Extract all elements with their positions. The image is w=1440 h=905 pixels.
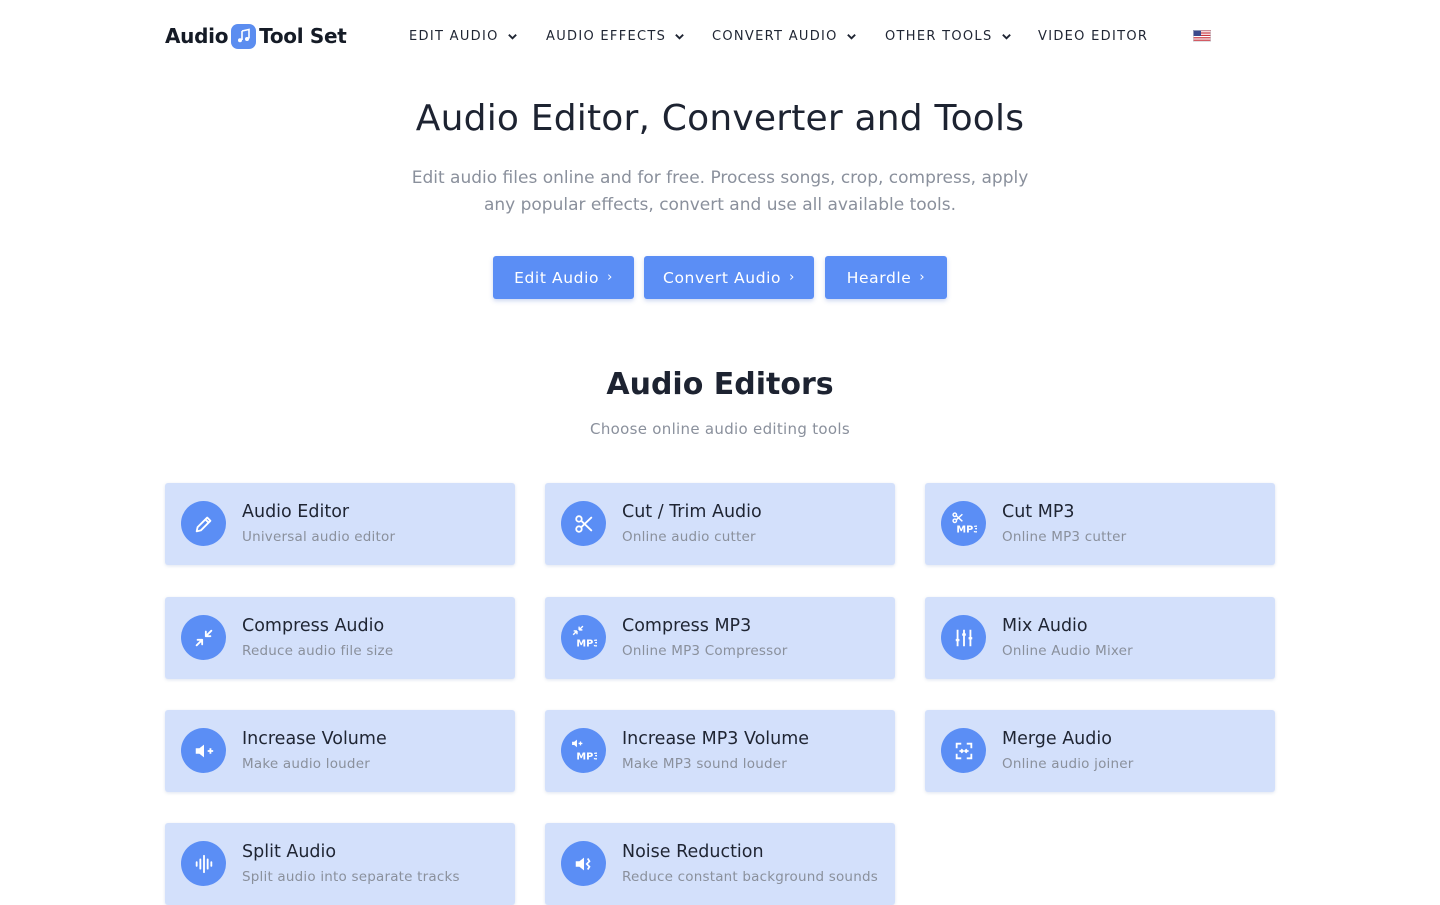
nav-item-label: EDIT AUDIO xyxy=(409,28,499,44)
nav-audio-effects[interactable]: AUDIO EFFECTS xyxy=(546,26,685,46)
card-subtitle: Online audio joiner xyxy=(1002,756,1134,772)
card-subtitle: Online MP3 cutter xyxy=(1002,529,1127,545)
brand-name-part1: Audio xyxy=(165,24,229,48)
button-label: Heardle xyxy=(846,268,912,287)
card-title: Mix Audio xyxy=(1002,616,1088,636)
heardle-button[interactable]: Heardle › xyxy=(825,256,947,299)
tool-card-compress-mp3[interactable]: MP3 Compress MP3 Online MP3 Compressor xyxy=(545,597,895,679)
nav-item-label: CONVERT AUDIO xyxy=(712,28,838,44)
tool-card-increase-mp3-volume[interactable]: MP3 Increase MP3 Volume Make MP3 sound l… xyxy=(545,710,895,792)
card-title: Compress Audio xyxy=(242,616,385,636)
music-note-icon xyxy=(231,23,257,49)
scissors-icon xyxy=(561,501,606,546)
card-subtitle: Split audio into separate tracks xyxy=(242,869,460,885)
card-title: Increase Volume xyxy=(242,729,387,749)
icon-mp3-text: MP3 xyxy=(576,638,597,649)
icon-mp3-text: MP3 xyxy=(576,751,597,762)
card-title: Compress MP3 xyxy=(622,616,752,636)
brand-name-part2: Tool Set xyxy=(259,24,347,48)
nav-item-label: AUDIO EFFECTS xyxy=(546,28,667,44)
tool-card-cut-mp3[interactable]: MP3 Cut MP3 Online MP3 cutter xyxy=(925,483,1275,565)
page-title: Audio Editor, Converter and Tools xyxy=(415,98,1025,139)
card-subtitle: Reduce constant background sounds xyxy=(622,869,878,885)
tool-card-merge-audio[interactable]: Merge Audio Online audio joiner xyxy=(925,710,1275,792)
button-label: Convert Audio xyxy=(663,268,782,287)
tool-card-audio-editor[interactable]: Audio Editor Universal audio editor xyxy=(165,483,515,565)
chevron-right-icon: › xyxy=(607,270,613,285)
tool-card-cut-trim-audio[interactable]: Cut / Trim Audio Online audio cutter xyxy=(545,483,895,565)
nav-video-editor[interactable]: VIDEO EDITOR xyxy=(1038,26,1148,46)
merge-icon xyxy=(941,728,986,773)
nav-edit-audio[interactable]: EDIT AUDIO xyxy=(409,26,518,46)
volume-plus-mp3-icon: MP3 xyxy=(561,728,606,773)
chevron-down-icon xyxy=(846,33,856,40)
chevron-right-icon: › xyxy=(919,270,926,285)
chevron-down-icon xyxy=(1001,33,1011,40)
button-label: Edit Audio xyxy=(514,268,600,287)
nav-convert-audio[interactable]: CONVERT AUDIO xyxy=(712,26,857,46)
card-title: Split Audio xyxy=(242,842,337,862)
pencil-icon xyxy=(181,501,226,546)
noise-reduction-icon xyxy=(561,841,606,886)
card-subtitle: Online Audio Mixer xyxy=(1002,643,1133,659)
brand-logo[interactable]: Audio Tool Set xyxy=(165,20,347,52)
card-subtitle: Make audio louder xyxy=(242,756,370,772)
tool-card-mix-audio[interactable]: Mix Audio Online Audio Mixer xyxy=(925,597,1275,679)
compress-icon xyxy=(181,615,226,660)
card-subtitle: Online MP3 Compressor xyxy=(622,643,788,659)
tool-card-increase-volume[interactable]: Increase Volume Make audio louder xyxy=(165,710,515,792)
sliders-icon xyxy=(941,615,986,660)
section-title: Audio Editors xyxy=(606,367,834,402)
card-subtitle: Online audio cutter xyxy=(622,529,756,545)
tool-card-noise-reduction[interactable]: Noise Reduction Reduce constant backgrou… xyxy=(545,823,895,905)
chevron-right-icon: › xyxy=(789,270,795,285)
icon-mp3-text: MP3 xyxy=(956,524,977,535)
card-title: Cut MP3 xyxy=(1002,502,1075,522)
section-subtitle: Choose online audio editing tools xyxy=(590,420,850,438)
card-title: Cut / Trim Audio xyxy=(622,502,762,522)
chevron-down-icon xyxy=(675,33,684,40)
top-navbar: Audio Tool Set EDIT AUDIO AUDIO EFFECTS … xyxy=(0,0,1440,72)
convert-audio-button[interactable]: Convert Audio › xyxy=(644,256,814,299)
compress-mp3-icon: MP3 xyxy=(561,615,606,660)
nav-item-label: VIDEO EDITOR xyxy=(1038,28,1149,44)
cta-button-row: Edit Audio › Convert Audio › Heardle › xyxy=(0,256,1440,299)
card-title: Audio Editor xyxy=(242,502,350,522)
chevron-down-icon xyxy=(507,33,517,40)
nav-other-tools[interactable]: OTHER TOOLS xyxy=(885,26,1012,46)
card-title: Noise Reduction xyxy=(622,842,764,862)
card-subtitle: Universal audio editor xyxy=(242,529,396,545)
split-waveform-icon xyxy=(181,841,226,886)
card-subtitle: Make MP3 sound louder xyxy=(622,756,787,772)
nav-item-label: OTHER TOOLS xyxy=(885,28,993,44)
card-title: Merge Audio xyxy=(1002,729,1112,749)
us-flag-icon[interactable] xyxy=(1193,30,1211,42)
page-subtitle: Edit audio files online and for free. Pr… xyxy=(411,168,1029,215)
edit-audio-button[interactable]: Edit Audio › xyxy=(493,256,634,299)
volume-plus-icon xyxy=(181,728,226,773)
card-title: Increase MP3 Volume xyxy=(622,729,810,749)
tool-card-compress-audio[interactable]: Compress Audio Reduce audio file size xyxy=(165,597,515,679)
scissors-mp3-icon: MP3 xyxy=(941,501,986,546)
tool-card-split-audio[interactable]: Split Audio Split audio into separate tr… xyxy=(165,823,515,905)
card-subtitle: Reduce audio file size xyxy=(242,643,394,659)
